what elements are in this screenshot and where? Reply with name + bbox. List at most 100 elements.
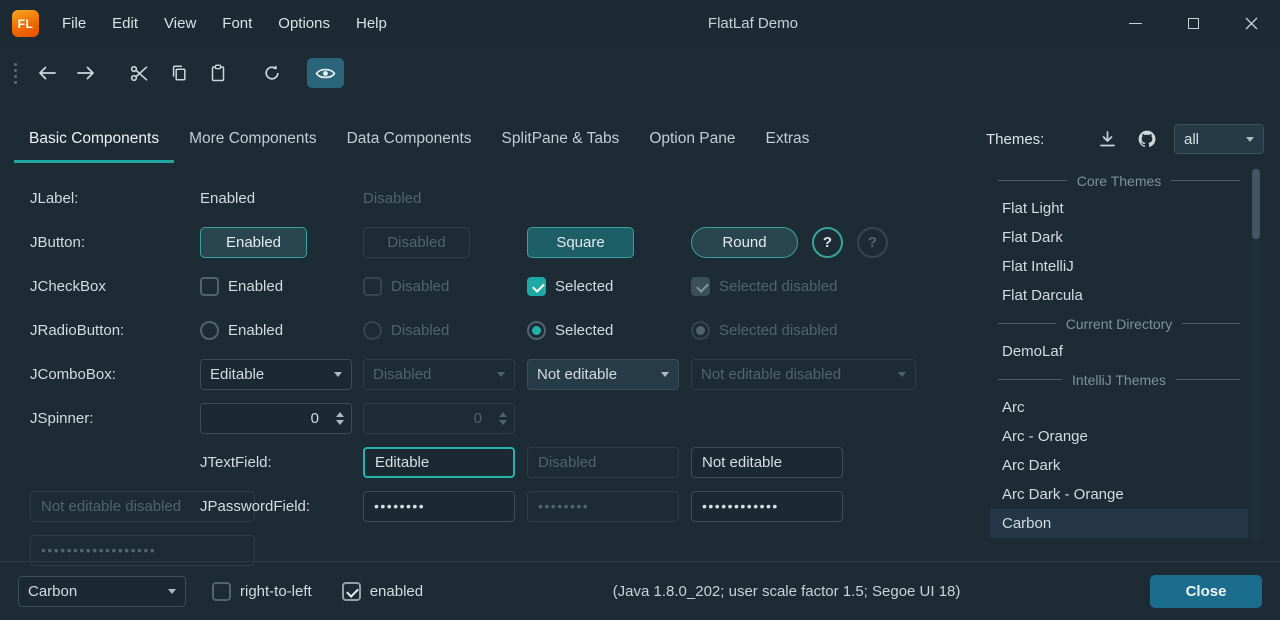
- bottom-bar: Carbon right-to-left enabled (Java 1.8.0…: [0, 561, 1280, 620]
- checkbox-label: Enabled: [228, 278, 283, 295]
- theme-item-arc[interactable]: Arc: [990, 393, 1248, 422]
- menu-options[interactable]: Options: [265, 0, 343, 47]
- theme-separator-intellij-themes: IntelliJ Themes: [990, 366, 1248, 393]
- textfield-value: Editable: [375, 454, 429, 471]
- checkbox-box-checked: [342, 582, 361, 601]
- paste-icon: [209, 64, 227, 82]
- checkbox-box-checked: [527, 277, 546, 296]
- combobox-value: Not editable disabled: [701, 366, 841, 383]
- right-to-left-checkbox[interactable]: right-to-left: [212, 582, 312, 601]
- checkbox-enabled[interactable]: Enabled: [200, 277, 283, 296]
- download-themes-button[interactable]: [1092, 125, 1122, 153]
- spinner-down-icon: [499, 420, 507, 425]
- cut-icon: [130, 64, 149, 83]
- menu-help[interactable]: Help: [343, 0, 400, 47]
- maximize-button[interactable]: [1164, 0, 1222, 47]
- close-window-button[interactable]: [1222, 0, 1280, 47]
- menu-file[interactable]: File: [49, 0, 99, 47]
- tab-splitpane-tabs[interactable]: SplitPane & Tabs: [487, 113, 635, 165]
- themes-scrollbar[interactable]: [1252, 167, 1260, 538]
- theme-item-flat-darcula[interactable]: Flat Darcula: [990, 281, 1248, 310]
- refresh-button[interactable]: [253, 58, 290, 88]
- help-button[interactable]: ?: [812, 227, 843, 258]
- textfield-editable[interactable]: Editable: [363, 447, 515, 478]
- forward-button[interactable]: [67, 58, 104, 88]
- combobox-value: Disabled: [373, 366, 431, 383]
- enabled-checkbox[interactable]: enabled: [342, 582, 423, 601]
- back-icon: [37, 65, 57, 81]
- app-logo: FL: [12, 10, 39, 37]
- menu-font[interactable]: Font: [209, 0, 265, 47]
- menu-edit[interactable]: Edit: [99, 0, 151, 47]
- tab-basic-components[interactable]: Basic Components: [14, 113, 174, 165]
- passwordfield-value: ••••••••: [538, 498, 589, 514]
- textfield-value: Not editable disabled: [41, 498, 181, 515]
- radio-label: Selected: [555, 322, 613, 339]
- radio-enabled[interactable]: Enabled: [200, 321, 283, 340]
- spinner-value: 0: [201, 410, 329, 427]
- cut-button[interactable]: [121, 58, 158, 88]
- checkbox-box-checked: [691, 277, 710, 296]
- jlabel-disabled: Disabled: [363, 190, 421, 207]
- tab-extras[interactable]: Extras: [751, 113, 825, 165]
- menu-view[interactable]: View: [151, 0, 209, 47]
- passwordfield-editable[interactable]: ••••••••: [363, 491, 515, 522]
- combobox-not-editable-disabled: Not editable disabled: [691, 359, 916, 390]
- combobox-value: Editable: [210, 366, 264, 383]
- basic-components-panel: JLabel: Enabled Disabled JButton: Enable…: [30, 176, 931, 572]
- checkbox-label: Disabled: [391, 278, 449, 295]
- copy-button[interactable]: [160, 58, 197, 88]
- theme-item-carbon[interactable]: Carbon: [990, 509, 1248, 538]
- menubar: File Edit View Font Options Help: [49, 0, 400, 47]
- theme-item-flat-light[interactable]: Flat Light: [990, 194, 1248, 223]
- right-to-left-label: right-to-left: [240, 583, 312, 600]
- theme-item-arc-dark[interactable]: Arc Dark: [990, 451, 1248, 480]
- checkbox-selected[interactable]: Selected: [527, 277, 613, 296]
- radio-selected[interactable]: Selected: [527, 321, 613, 340]
- checkbox-box: [363, 277, 382, 296]
- theme-item-flat-intellij[interactable]: Flat IntelliJ: [990, 252, 1248, 281]
- spinner-enabled[interactable]: 0: [200, 403, 352, 434]
- themes-scrollbar-thumb[interactable]: [1252, 169, 1260, 239]
- spinner-arrows[interactable]: [329, 412, 351, 425]
- button-enabled[interactable]: Enabled: [200, 227, 307, 258]
- checkbox-label: Selected: [555, 278, 613, 295]
- combobox-not-editable[interactable]: Not editable: [527, 359, 679, 390]
- theme-item-arc-orange[interactable]: Arc - Orange: [990, 422, 1248, 451]
- theme-select-combo[interactable]: Carbon: [18, 576, 186, 607]
- minimize-icon: [1129, 23, 1142, 24]
- radio-circle: [363, 321, 382, 340]
- theme-item-demolaf[interactable]: DemoLaf: [990, 337, 1248, 366]
- radio-circle-selected: [527, 321, 546, 340]
- show-toggle-button[interactable]: [307, 58, 344, 88]
- passwordfield-not-editable[interactable]: ••••••••••••: [691, 491, 843, 522]
- refresh-icon: [263, 64, 281, 82]
- back-button[interactable]: [28, 58, 65, 88]
- jtextfield-row-label: JTextField:: [200, 454, 272, 471]
- close-button[interactable]: Close: [1150, 575, 1262, 608]
- tab-data-components[interactable]: Data Components: [332, 113, 487, 165]
- themes-filter-combo[interactable]: all: [1174, 124, 1264, 154]
- tab-more-components[interactable]: More Components: [174, 113, 332, 165]
- theme-item-arc-dark-orange[interactable]: Arc Dark - Orange: [990, 480, 1248, 509]
- textfield-not-editable[interactable]: Not editable: [691, 447, 843, 478]
- github-button[interactable]: [1132, 125, 1162, 153]
- theme-separator-core: Core Themes: [990, 167, 1248, 194]
- button-round[interactable]: Round: [691, 227, 798, 258]
- copy-icon: [170, 64, 188, 82]
- jlabel-row-label: JLabel:: [30, 190, 78, 207]
- themes-list: Core Themes Flat Light Flat Dark Flat In…: [990, 167, 1248, 538]
- forward-icon: [76, 65, 96, 81]
- button-square[interactable]: Square: [527, 227, 634, 258]
- combobox-editable[interactable]: Editable: [200, 359, 352, 390]
- toolbar-grip[interactable]: [14, 63, 17, 84]
- paste-button[interactable]: [199, 58, 236, 88]
- jspinner-row-label: JSpinner:: [30, 410, 93, 427]
- theme-item-flat-dark[interactable]: Flat Dark: [990, 223, 1248, 252]
- checkbox-selected-disabled: Selected disabled: [691, 277, 837, 296]
- spinner-down-icon: [336, 420, 344, 425]
- themes-label: Themes:: [986, 131, 1044, 148]
- tab-option-pane[interactable]: Option Pane: [634, 113, 750, 165]
- minimize-button[interactable]: [1106, 0, 1164, 47]
- combobox-disabled: Disabled: [363, 359, 515, 390]
